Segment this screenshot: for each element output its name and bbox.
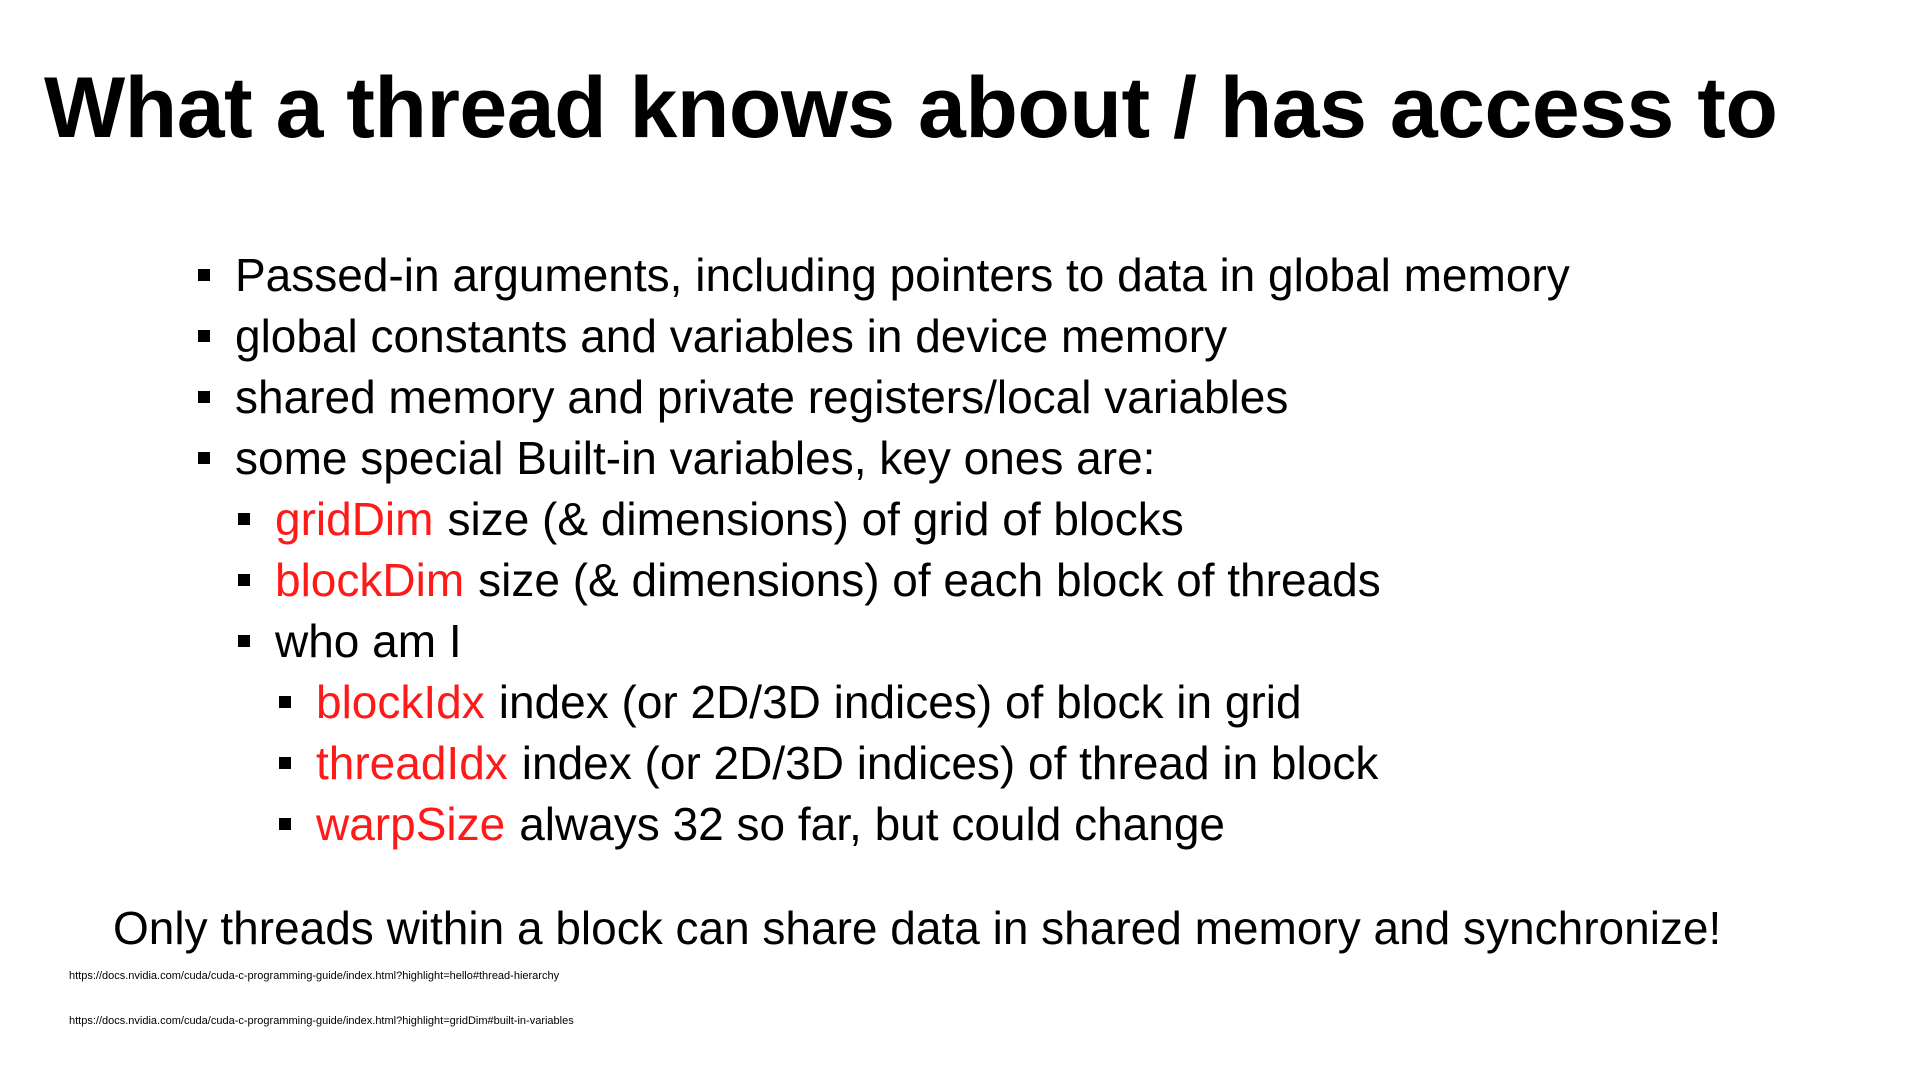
builtin-variable-name: gridDim <box>275 492 434 545</box>
bullet-text: Passed-in arguments, including pointers … <box>235 248 1570 301</box>
square-bullet-icon <box>198 390 210 403</box>
square-bullet-icon <box>279 695 291 708</box>
reference-link[interactable]: https://docs.nvidia.com/cuda/cuda-c-prog… <box>69 969 559 983</box>
square-bullet-icon <box>279 756 291 769</box>
bullet-item: shared memory and private registers/loca… <box>198 366 1288 427</box>
square-bullet-icon <box>279 817 291 830</box>
sub-sub-bullet-item: threadIdx index (or 2D/3D indices) of th… <box>279 732 1378 793</box>
builtin-variable-name: threadIdx <box>316 736 508 789</box>
square-bullet-icon <box>198 451 210 464</box>
bullet-text: always 32 so far, but could change <box>519 797 1225 850</box>
bullet-item: global constants and variables in device… <box>198 305 1227 366</box>
bullet-text: global constants and variables in device… <box>235 309 1228 362</box>
square-bullet-icon <box>238 512 250 525</box>
bullet-item: Passed-in arguments, including pointers … <box>198 244 1570 305</box>
builtin-variable-name: blockDim <box>275 553 465 606</box>
builtin-variable-name: blockIdx <box>316 675 485 728</box>
square-bullet-icon <box>238 573 250 586</box>
bullet-text: shared memory and private registers/loca… <box>235 370 1289 423</box>
reference-link[interactable]: https://docs.nvidia.com/cuda/cuda-c-prog… <box>69 1014 574 1028</box>
square-bullet-icon <box>198 329 210 342</box>
sub-bullet-item: gridDim size (& dimensions) of grid of b… <box>238 488 1184 549</box>
bullet-text: some special Built-in variables, key one… <box>235 431 1156 484</box>
slide-title: What a thread knows about / has access t… <box>44 60 1778 156</box>
slide: What a thread knows about / has access t… <box>0 0 1920 1081</box>
bullet-text: index (or 2D/3D indices) of block in gri… <box>498 675 1302 728</box>
square-bullet-icon <box>238 634 250 647</box>
bullet-text: size (& dimensions) of grid of blocks <box>447 492 1184 545</box>
bullet-item: some special Built-in variables, key one… <box>198 427 1155 488</box>
bullet-text: index (or 2D/3D indices) of thread in bl… <box>521 736 1379 789</box>
builtin-variable-name: warpSize <box>316 797 506 850</box>
sub-sub-bullet-item: blockIdx index (or 2D/3D indices) of blo… <box>279 671 1302 732</box>
bullet-text: who am I <box>275 614 462 667</box>
sub-bullet-item: blockDim size (& dimensions) of each blo… <box>238 549 1381 610</box>
sub-bullet-item: who am I <box>238 610 462 671</box>
closing-statement: Only threads within a block can share da… <box>113 902 1722 954</box>
sub-sub-bullet-item: warpSize always 32 so far, but could cha… <box>279 793 1225 854</box>
square-bullet-icon <box>198 268 210 281</box>
bullet-text: size (& dimensions) of each block of thr… <box>478 553 1381 606</box>
